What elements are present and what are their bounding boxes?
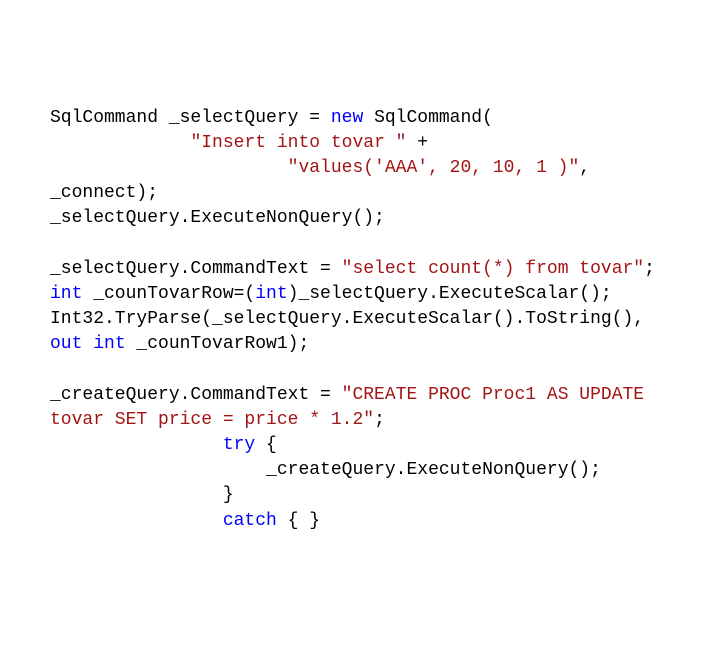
string-literal: "select count(*) from tovar" [342,259,644,279]
code-line [50,232,670,257]
code-text: _connect); [50,183,158,203]
keyword-catch: catch [223,511,277,531]
code-text: SqlCommand _selectQuery = [50,108,331,128]
code-line: "values('AAA', 20, 10, 1 )", [50,156,670,181]
code-text: _createQuery.ExecuteNonQuery(); [266,460,601,480]
indent [50,485,223,505]
code-text: )_selectQuery.ExecuteScalar(); [288,284,612,304]
code-text: _createQuery.CommandText = [50,385,342,405]
code-line: int _counTovarRow=(int)_selectQuery.Exec… [50,282,670,307]
code-line: tovar SET price = price * 1.2"; [50,408,670,433]
string-literal: "Insert into tovar " [190,133,406,153]
code-text: } [223,485,234,505]
code-text: { [255,435,277,455]
string-literal: tovar SET price = price * 1.2" [50,410,374,430]
indent [50,133,190,153]
code-line: try { [50,433,670,458]
indent [50,460,266,480]
string-literal: "CREATE PROC Proc1 AS UPDATE [342,385,655,405]
code-line: } [50,483,670,508]
code-text: Int32.TryParse(_selectQuery.ExecuteScala… [50,309,644,329]
code-text: _counTovarRow=( [82,284,255,304]
code-text: , [579,158,590,178]
code-line: out int _counTovarRow1); [50,332,670,357]
code-line: _createQuery.CommandText = "CREATE PROC … [50,383,670,408]
string-literal: "values('AAA', 20, 10, 1 )" [288,158,580,178]
code-line: Int32.TryParse(_selectQuery.ExecuteScala… [50,307,670,332]
keyword-int: int [93,334,125,354]
code-text: _counTovarRow1); [126,334,310,354]
code-text [82,334,93,354]
code-line: "Insert into tovar " + [50,131,670,156]
code-block: SqlCommand _selectQuery = new SqlCommand… [50,106,670,534]
keyword-int: int [50,284,82,304]
code-line: SqlCommand _selectQuery = new SqlCommand… [50,106,670,131]
indent [50,158,288,178]
code-text: + [406,133,428,153]
keyword-out: out [50,334,82,354]
code-text: _selectQuery.ExecuteNonQuery(); [50,208,385,228]
code-line: catch { } [50,509,670,534]
indent [50,511,223,531]
code-line: _selectQuery.ExecuteNonQuery(); [50,206,670,231]
code-text: { } [277,511,320,531]
code-line [50,357,670,382]
code-text: ; [644,259,655,279]
code-line: _createQuery.ExecuteNonQuery(); [50,458,670,483]
keyword-try: try [223,435,255,455]
keyword-int: int [255,284,287,304]
keyword-new: new [331,108,363,128]
code-text: ; [374,410,385,430]
code-line: _connect); [50,181,670,206]
code-text: SqlCommand( [363,108,493,128]
code-line: _selectQuery.CommandText = "select count… [50,257,670,282]
indent [50,435,223,455]
code-text: _selectQuery.CommandText = [50,259,342,279]
